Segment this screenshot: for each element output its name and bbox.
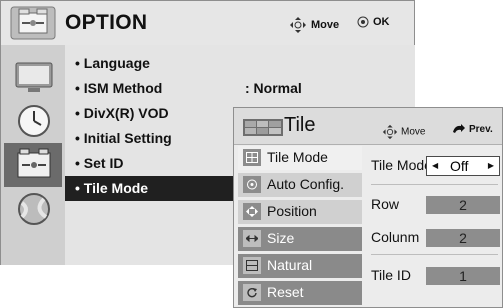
- tile-mode-label: Tile Mode: [371, 157, 432, 173]
- globe-icon: [18, 193, 50, 225]
- tile-item-auto-config[interactable]: Auto Config.: [238, 173, 362, 197]
- tile-mode-select[interactable]: ◀ Off ▶: [426, 156, 500, 176]
- menu-item-label: • DivX(R) VOD: [75, 105, 169, 121]
- row-value[interactable]: 2: [426, 196, 500, 214]
- menu-item-label: • Initial Setting: [75, 130, 172, 146]
- divider: [371, 254, 498, 255]
- option-menu-header: OPTION Move OK: [1, 1, 414, 46]
- category-sidebar: [1, 45, 65, 265]
- tile-item-label: Tile Mode: [267, 149, 328, 165]
- option-icon: [17, 148, 51, 178]
- back-arrow-icon: [453, 124, 465, 134]
- clock-icon: [18, 105, 50, 137]
- sidebar-item-time[interactable]: [4, 99, 62, 143]
- tile-item-size[interactable]: Size: [238, 227, 362, 251]
- tile-item-label: Size: [267, 230, 295, 246]
- menu-item-ism-method[interactable]: • ISM Method : Normal: [65, 76, 415, 101]
- tile-item-label: Natural: [267, 257, 313, 273]
- target-icon: [243, 176, 261, 193]
- grid-icon: [243, 149, 261, 166]
- column-value[interactable]: 2: [426, 229, 500, 247]
- tile-item-label: Auto Config.: [267, 176, 345, 192]
- tile-submenu-header: Tile Move Prev.: [234, 108, 502, 145]
- tile-submenu-panel: Tile Move Prev. Tile Mode Auto Config. P…: [233, 107, 503, 308]
- sidebar-item-option[interactable]: [4, 143, 62, 187]
- tile-item-tile-mode[interactable]: Tile Mode: [238, 146, 362, 170]
- tile-item-position[interactable]: Position: [238, 200, 362, 224]
- tile-title: Tile: [284, 114, 316, 136]
- move-icon: [243, 203, 261, 220]
- menu-item-label: • Tile Mode: [75, 180, 149, 196]
- move-arrows-icon: [382, 124, 398, 140]
- tile-settings-area: Tile Mode ◀ Off ▶ Row 2 Colunm 2 Tile ID…: [367, 144, 500, 304]
- ok-button-icon: [357, 16, 369, 28]
- tile-item-natural[interactable]: Natural: [238, 254, 362, 278]
- menu-item-value: : Normal: [245, 80, 302, 96]
- divider: [371, 184, 498, 185]
- menu-item-label: • Language: [75, 55, 150, 71]
- move-arrows-icon: [290, 17, 306, 33]
- page-title: OPTION: [65, 11, 148, 34]
- tile-id-label: Tile ID: [371, 267, 411, 283]
- option-icon: [10, 6, 56, 40]
- arrow-right-icon: ▶: [487, 161, 494, 170]
- arrow-left-icon: ◀: [432, 161, 439, 170]
- sidebar-item-picture[interactable]: [4, 55, 62, 99]
- reset-icon: [243, 284, 261, 301]
- sidebar-item-network[interactable]: [4, 187, 62, 231]
- frame-icon: [243, 257, 261, 274]
- move-hint: Move: [289, 16, 339, 34]
- picture-icon: [15, 62, 53, 92]
- menu-item-label: • Set ID: [75, 155, 124, 171]
- tile-item-label: Position: [267, 203, 317, 219]
- column-label: Colunm: [371, 229, 420, 245]
- tile-menu-list: Tile Mode Auto Config. Position Size Nat…: [238, 146, 362, 308]
- tile-id-value[interactable]: 1: [426, 267, 500, 285]
- row-label: Row: [371, 196, 400, 212]
- tile-prev-hint-label: Prev.: [469, 124, 493, 135]
- ok-hint: OK: [357, 16, 390, 28]
- ok-hint-label: OK: [373, 16, 390, 28]
- menu-item-label: • ISM Method: [75, 80, 163, 96]
- tile-item-label: Reset: [267, 284, 304, 300]
- move-hint-label: Move: [311, 18, 340, 31]
- tile-move-hint-label: Move: [401, 126, 426, 138]
- resize-icon: [243, 230, 261, 247]
- menu-item-language[interactable]: • Language: [65, 51, 415, 76]
- tile-item-reset[interactable]: Reset: [238, 281, 362, 305]
- tile-mode-value: Off: [450, 158, 469, 174]
- tile-move-hint: Move: [382, 124, 425, 140]
- tile-prev-hint: Prev.: [452, 124, 493, 135]
- tile-logo-icon: [243, 119, 283, 136]
